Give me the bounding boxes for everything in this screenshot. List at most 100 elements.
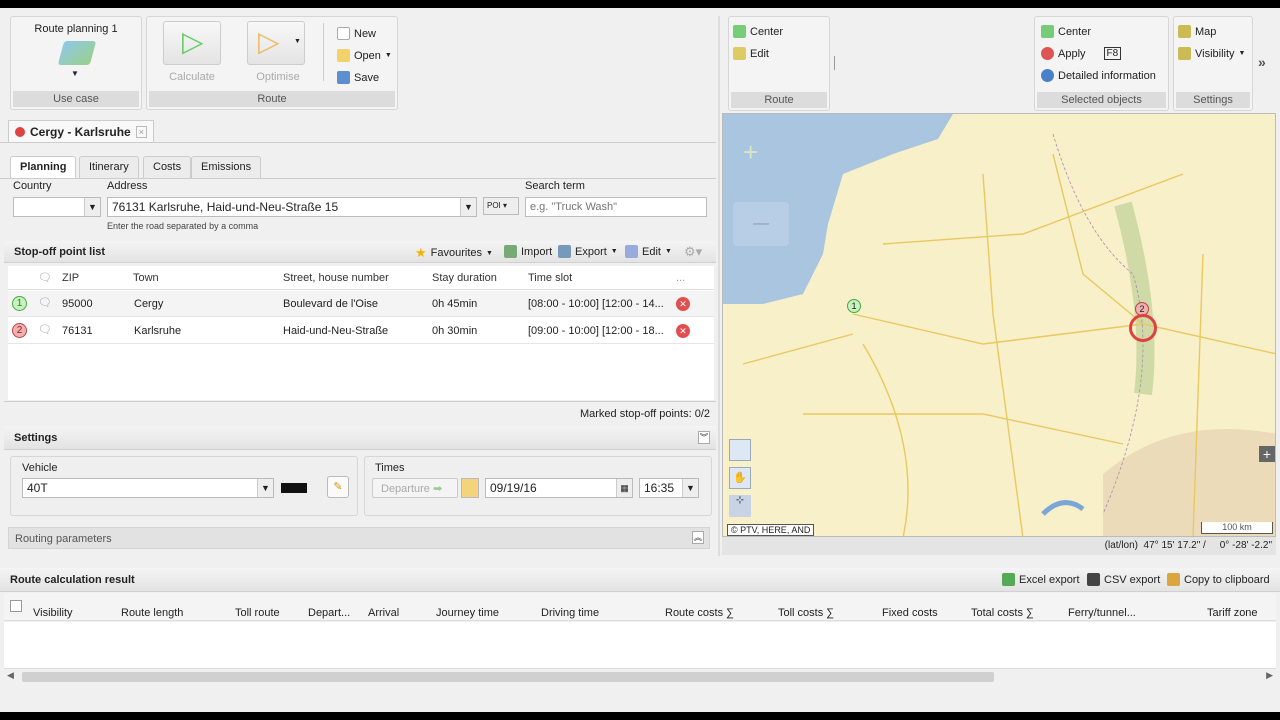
column-driving-time[interactable]: Driving time [541, 607, 599, 619]
excel-export-button[interactable]: Excel export [1002, 573, 1080, 586]
close-icon[interactable]: × [135, 125, 147, 138]
splitter[interactable] [718, 16, 720, 556]
delete-icon[interactable]: ✕ [676, 324, 690, 338]
horizontal-scrollbar[interactable]: ◀ ▶ [4, 668, 1276, 684]
timeslot-cell: [08:00 - 10:00] [12:00 - 14... [528, 298, 664, 310]
column-toll-route[interactable]: Toll route [235, 607, 280, 619]
tab-planning[interactable]: Planning [10, 156, 77, 178]
zip-cell: 76131 [62, 325, 93, 337]
chevron-down-icon[interactable]: ▼ [84, 198, 100, 216]
column-timeslot[interactable]: Time slot [528, 272, 572, 284]
time-select[interactable]: 16:35 ▼ [639, 478, 699, 498]
document-tab-title: Cergy - Karlsruhe [30, 124, 131, 139]
apply-button[interactable]: Apply F8 [1041, 47, 1122, 60]
country-select[interactable]: ▼ [13, 197, 101, 217]
table-row[interactable]: 2 🗨 76131 Karlsruhe Haid-und-Neu-Straße … [8, 318, 714, 344]
gear-icon[interactable]: ⚙▾ [684, 244, 702, 260]
scrollbar-thumb[interactable] [22, 672, 994, 682]
calculate-button[interactable]: ▷ [163, 21, 221, 65]
copy-clipboard-button[interactable]: Copy to clipboard [1167, 573, 1270, 586]
column-ferry-tunnel[interactable]: Ferry/tunnel... [1068, 607, 1136, 619]
save-button[interactable]: Save [337, 71, 379, 84]
export-button[interactable]: Export ▼ [558, 245, 618, 258]
document-tab[interactable]: Cergy - Karlsruhe × [8, 120, 154, 142]
column-route-length[interactable]: Route length [121, 607, 183, 619]
column-route-costs[interactable]: Route costs ∑ [665, 607, 734, 619]
departure-button[interactable]: Departure ➡ [372, 478, 458, 498]
pan-hand-icon[interactable]: ✋ [729, 467, 751, 489]
delete-icon[interactable]: ✕ [676, 297, 690, 311]
column-town[interactable]: Town [133, 272, 159, 284]
routing-parameters-bar[interactable]: Routing parameters [8, 527, 710, 549]
select-all-checkbox[interactable] [10, 600, 22, 612]
chevron-down-icon[interactable]: ▼ [257, 479, 273, 497]
tab-itinerary[interactable]: Itinerary [79, 156, 139, 178]
visibility-button[interactable]: Visibility ▼ [1178, 47, 1245, 60]
address-input[interactable]: 76131 Karlsruhe, Haid-und-Neu-Straße 15 ▼ [107, 197, 477, 217]
edit-button[interactable]: Edit ▼ [625, 245, 672, 258]
lock-icon[interactable] [461, 478, 479, 498]
collapse-icon[interactable]: ︾ [698, 431, 710, 444]
zoom-box-icon[interactable]: ⊹ [729, 495, 751, 517]
column-visibility[interactable]: Visibility [33, 607, 73, 619]
route-planning-icon[interactable] [57, 41, 97, 65]
column-zip[interactable]: ZIP [62, 272, 79, 284]
poi-button[interactable]: POI ▾ [483, 197, 519, 215]
new-button[interactable]: New [337, 27, 376, 40]
map-view[interactable]: + — 1 2 ✋ ⊹ © PTV, HERE, AND + 100 km [722, 113, 1276, 537]
route-center-button[interactable]: Center [733, 25, 783, 38]
route-edit-button[interactable]: Edit [733, 47, 769, 60]
column-tariff-zone[interactable]: Tariff zone [1207, 607, 1258, 619]
search-label: Search term [525, 180, 585, 192]
column-more[interactable]: ... [676, 272, 685, 284]
stop-number-badge: 2 [12, 323, 27, 338]
comment-icon[interactable]: 🗨 [38, 323, 52, 336]
scroll-left-icon[interactable]: ◀ [7, 670, 14, 681]
scroll-right-icon[interactable]: ▶ [1266, 670, 1273, 681]
times-label: Times [375, 462, 405, 474]
column-departure[interactable]: Depart... [308, 607, 350, 619]
tab-costs[interactable]: Costs [143, 156, 192, 178]
edit-label: Edit [642, 245, 661, 258]
column-toll-costs[interactable]: Toll costs ∑ [778, 607, 834, 619]
coordinates-readout: (lat/lon) 47° 15' 17.2" / 0° -28' -2.2" [722, 537, 1276, 555]
map-settings-button[interactable]: Map [1178, 25, 1216, 38]
more-ribbon-button[interactable]: » [1258, 54, 1266, 70]
expand-icon[interactable]: ︽ [692, 531, 704, 544]
date-input[interactable]: 09/19/16 ▦ [485, 478, 633, 498]
zoom-out-button[interactable]: — [733, 202, 789, 246]
map-marker-start[interactable]: 1 [847, 299, 861, 313]
column-journey-time[interactable]: Journey time [436, 607, 499, 619]
chevron-down-icon[interactable]: ▼ [294, 38, 301, 45]
column-total-costs[interactable]: Total costs ∑ [971, 607, 1034, 619]
csv-export-button[interactable]: CSV export [1087, 573, 1160, 586]
favourites-button[interactable]: ★ Favourites ▼ [415, 245, 493, 261]
calendar-icon[interactable]: ▦ [616, 479, 632, 497]
chevron-down-icon[interactable]: ▼ [71, 69, 79, 78]
zoom-in-button[interactable]: + [743, 139, 771, 167]
import-button[interactable]: Import [504, 245, 552, 258]
chevron-down-icon[interactable]: ▼ [682, 479, 698, 497]
map-icon [1178, 25, 1191, 38]
edit-icon [733, 47, 746, 60]
use-case-caption: Use case [13, 91, 139, 107]
open-button[interactable]: Open ▼ [337, 49, 392, 62]
chevron-down-icon[interactable]: ▼ [460, 198, 476, 216]
table-row[interactable]: 1 🗨 95000 Cergy Boulevard de l'Oise 0h 4… [8, 291, 714, 317]
search-input[interactable] [525, 197, 707, 217]
center-icon [733, 25, 746, 38]
selected-center-button[interactable]: Center [1041, 25, 1091, 38]
column-arrival[interactable]: Arrival [368, 607, 399, 619]
column-street[interactable]: Street, house number [283, 272, 389, 284]
layers-icon[interactable] [729, 439, 751, 461]
edit-vehicle-button[interactable]: ✎ [327, 476, 349, 498]
column-fixed-costs[interactable]: Fixed costs [882, 607, 938, 619]
column-stay[interactable]: Stay duration [432, 272, 497, 284]
export-icon [558, 245, 571, 258]
tab-emissions[interactable]: Emissions [191, 156, 262, 178]
optimise-button[interactable]: ▷ ▼ [247, 21, 305, 65]
vehicle-select[interactable]: 40T ▼ [22, 478, 274, 498]
expand-map-icon[interactable]: + [1259, 446, 1275, 462]
comment-icon[interactable]: 🗨 [38, 296, 52, 309]
detailed-info-button[interactable]: Detailed information [1041, 69, 1156, 82]
